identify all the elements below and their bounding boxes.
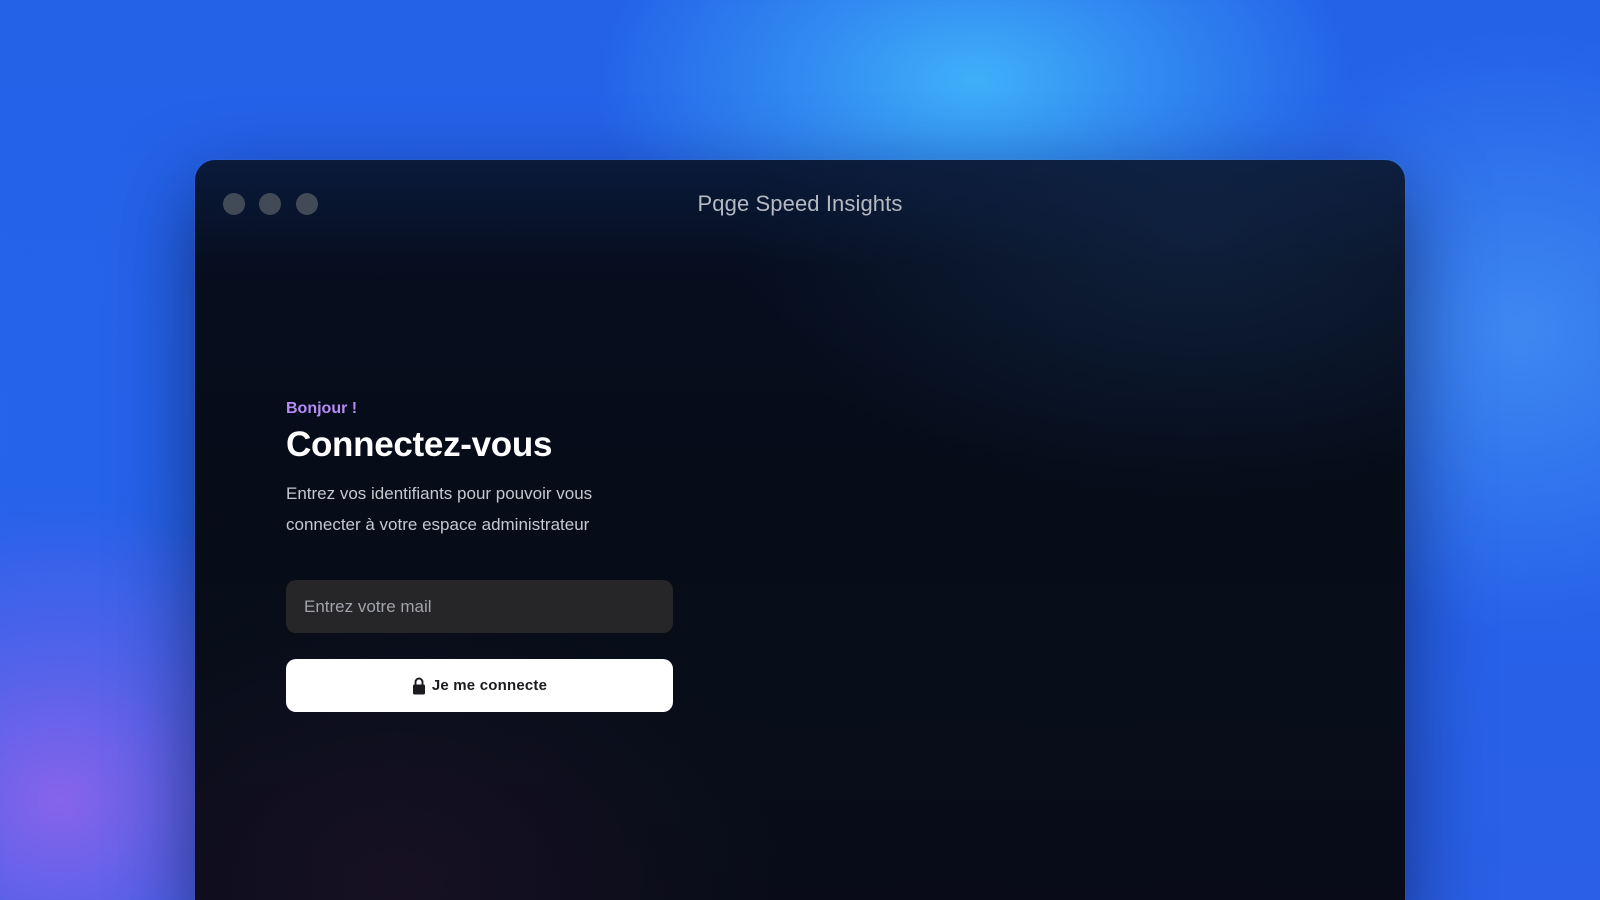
app-window: Pqge Speed Insights Bonjour ! Connectez-… xyxy=(195,160,1405,900)
window-title: Pqge Speed Insights xyxy=(697,191,903,216)
window-titlebar: Pqge Speed Insights xyxy=(195,160,1405,248)
login-button-label: Je me connecte xyxy=(431,677,548,694)
page-title: Connectez-vous xyxy=(286,425,553,464)
login-form: Bonjour ! Connectez-vous Entrez vos iden… xyxy=(286,400,706,712)
greeting-text: Bonjour ! xyxy=(286,400,358,417)
lock-icon xyxy=(412,677,425,694)
login-description: Entrez vos identifiants pour pouvoir vou… xyxy=(286,484,593,534)
email-field[interactable] xyxy=(286,580,673,633)
login-button[interactable]: Je me connecte xyxy=(286,659,673,712)
